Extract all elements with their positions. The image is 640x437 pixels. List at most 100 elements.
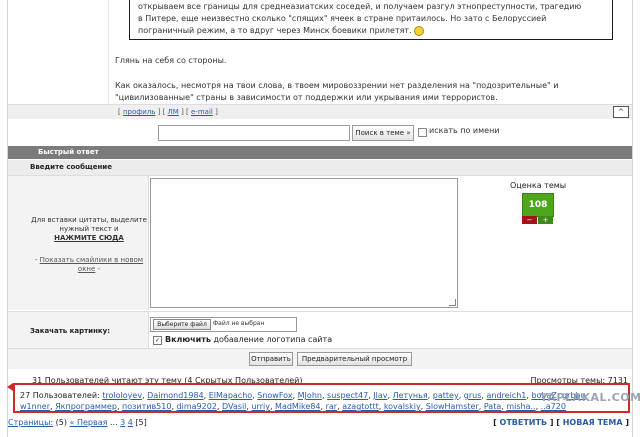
user-link[interactable]: DVasil — [222, 402, 246, 411]
pagination-row: Страницы: (5) « Первая ... 3 4 [5] [ ОТВ… — [8, 417, 632, 431]
user-link[interactable]: Якпрограммер — [55, 402, 117, 411]
add-logo-label-rest: добавление логотипа сайта — [210, 335, 333, 344]
page-3-link[interactable]: 3 — [120, 418, 125, 427]
user-link[interactable]: Летунья — [393, 391, 428, 400]
users-line-2-links: w1nner, Якпрограммер, позитив510, dima92… — [20, 402, 566, 411]
enter-message-label: Введите сообщение — [30, 163, 112, 171]
quote-line-1: открываем все границы для среднеазиатски… — [138, 2, 582, 11]
user-link[interactable]: Jlav — [373, 391, 387, 400]
post-author-column — [8, 0, 109, 104]
message-textarea[interactable] — [150, 178, 458, 308]
user-link[interactable]: w1nner — [20, 402, 50, 411]
user-link[interactable]: Daimond1984 — [147, 391, 203, 400]
post-text-2: Как оказалось, несмотря на твои слова, в… — [115, 80, 625, 104]
search-by-name-label: искать по имени — [429, 126, 500, 135]
pm-link[interactable]: ЛМ — [168, 108, 179, 116]
users-list-line-1: 27 Пользователей: trololoyev, Daimond198… — [20, 390, 620, 401]
left-page-border — [0, 0, 8, 437]
click-here-link[interactable]: НАЖМИТЕ СЮДА — [54, 234, 124, 242]
compose-hints-column: Для вставки цитаты, выделите нужный текс… — [8, 176, 149, 310]
user-link[interactable]: SnowFox — [257, 391, 292, 400]
compose-area: Для вставки цитаты, выделите нужный текс… — [8, 176, 632, 310]
resize-handle[interactable] — [449, 299, 456, 306]
topic-search-row: Поиск в теме » искать по имени — [8, 119, 632, 146]
submit-row: Отправить Предварительный просмотр — [8, 348, 632, 369]
users-prefix: 27 Пользователей: — [20, 391, 103, 400]
user-link[interactable]: pattey — [433, 391, 459, 400]
current-page: [5] — [135, 418, 147, 427]
profile-link[interactable]: профиль — [123, 108, 155, 116]
user-link[interactable]: azagtottt — [342, 402, 379, 411]
user-link[interactable]: grus — [464, 391, 482, 400]
new-topic-button[interactable]: НОВАЯ ТЕМА — [563, 418, 623, 427]
user-link[interactable]: Pata — [484, 402, 501, 411]
quick-reply-header: Быстрый ответ — [8, 146, 632, 159]
scroll-top-button[interactable]: ^ — [613, 106, 629, 118]
post-text-2-line-2: "цивилизованные" страны в зависимости от… — [115, 93, 498, 102]
search-by-name-checkbox[interactable] — [418, 128, 427, 137]
rating-plus-button[interactable]: + — [538, 216, 553, 224]
quote-hint-text: Для вставки цитаты, выделите нужный текс… — [31, 216, 147, 233]
search-input[interactable] — [158, 125, 350, 141]
user-link[interactable]: suspect47 — [327, 391, 368, 400]
first-page-link[interactable]: « Первая — [70, 418, 108, 427]
bracket: ] — [212, 108, 218, 116]
user-link[interactable]: trololoyev — [102, 391, 142, 400]
add-logo-label-bold: Включить — [165, 335, 211, 344]
send-button[interactable]: Отправить — [249, 352, 293, 366]
add-logo-checkbox[interactable]: ✓ — [153, 336, 162, 345]
post-footer-bar: [ профиль ] [ ЛМ ] [ e-mail ] ^ — [8, 104, 632, 120]
upload-row: Закачать картинку: Выберите файл Файл не… — [8, 311, 632, 348]
post-quote: открываем все границы для среднеазиатски… — [129, 0, 613, 40]
preview-button[interactable]: Предварительный просмотр — [297, 352, 412, 366]
page-4-link[interactable]: 4 — [128, 418, 133, 427]
dash: - — [95, 265, 101, 273]
quote-line-3: пограничный режим, а то вдруг через Минс… — [138, 25, 606, 36]
topic-rating-label: Оценка темы — [510, 181, 567, 190]
forum-post: открываем все границы для среднеазиатски… — [8, 0, 632, 104]
user-link[interactable]: misha.. — [506, 402, 535, 411]
rating-minus-button[interactable]: − — [522, 216, 537, 224]
user-link[interactable]: позитив510 — [122, 402, 171, 411]
bracket: ] [ — [155, 108, 168, 116]
user-link[interactable]: SlowHamster — [426, 402, 479, 411]
user-link[interactable]: dima9202 — [177, 402, 217, 411]
user-link[interactable]: ElMapacho — [209, 391, 252, 400]
no-file-text: Файл не выбран — [213, 320, 265, 327]
file-input[interactable]: Выберите файл Файл не выбран — [150, 317, 297, 332]
user-link[interactable]: rar — [326, 402, 337, 411]
pages-label-link[interactable]: Страницы: — [8, 418, 53, 427]
site-watermark: YAPLAKAL.COM — [540, 391, 640, 404]
quote-line-3-text: пограничный режим, а то вдруг через Минс… — [138, 26, 412, 35]
bracket: ] [ — [178, 108, 191, 116]
show-smileys-link[interactable]: Показать смайлики в новом окне — [40, 256, 143, 273]
post-text-1: Глянь на себя со стороны. — [115, 56, 227, 65]
pagination: Страницы: (5) « Первая ... 3 4 [5] — [8, 418, 147, 427]
post-links: [ профиль ] [ ЛМ ] [ e-mail ] — [118, 108, 218, 116]
search-button[interactable]: Поиск в теме » — [352, 125, 414, 141]
quick-reply-title: Быстрый ответ — [38, 148, 99, 156]
smiley-icon — [413, 25, 424, 36]
email-link[interactable]: e-mail — [191, 108, 213, 116]
topic-actions: [ ОТВЕТИТЬ ] [ НОВАЯ ТЕМА ] — [493, 418, 629, 427]
quote-line-2: в Питере, еще неизвестно сколько "спящих… — [138, 14, 547, 23]
upload-label-column: Закачать картинку: — [8, 312, 149, 348]
user-link[interactable]: urriy — [251, 402, 269, 411]
post-body: открываем все границы для среднеазиатски… — [109, 0, 632, 104]
smileys-hint: - Показать смайлики в новом окне - — [30, 256, 148, 274]
user-link[interactable]: MadMike84 — [275, 402, 320, 411]
user-link[interactable]: MJohn — [298, 391, 322, 400]
topic-rating-value: 108 — [522, 193, 554, 217]
choose-file-button[interactable]: Выберите файл — [153, 319, 211, 330]
reply-button[interactable]: ОТВЕТИТЬ — [500, 418, 548, 427]
user-link[interactable]: kovalskiy — [384, 402, 421, 411]
enter-message-row: Введите сообщение — [8, 160, 632, 176]
add-logo-label: Включить добавление логотипа сайта — [165, 335, 332, 344]
right-page-border — [632, 0, 640, 437]
ellipsis: ... — [107, 418, 121, 427]
page-count: (5) — [53, 418, 70, 427]
users-list-line-2: w1nner, Якпрограммер, позитив510, dima92… — [20, 401, 620, 412]
user-link[interactable]: andreich1 — [486, 391, 526, 400]
users-list: 27 Пользователей: trololoyev, Daimond198… — [20, 390, 620, 412]
users-line-1-links: trololoyev, Daimond1984, ElMapacho, Snow… — [102, 391, 586, 400]
